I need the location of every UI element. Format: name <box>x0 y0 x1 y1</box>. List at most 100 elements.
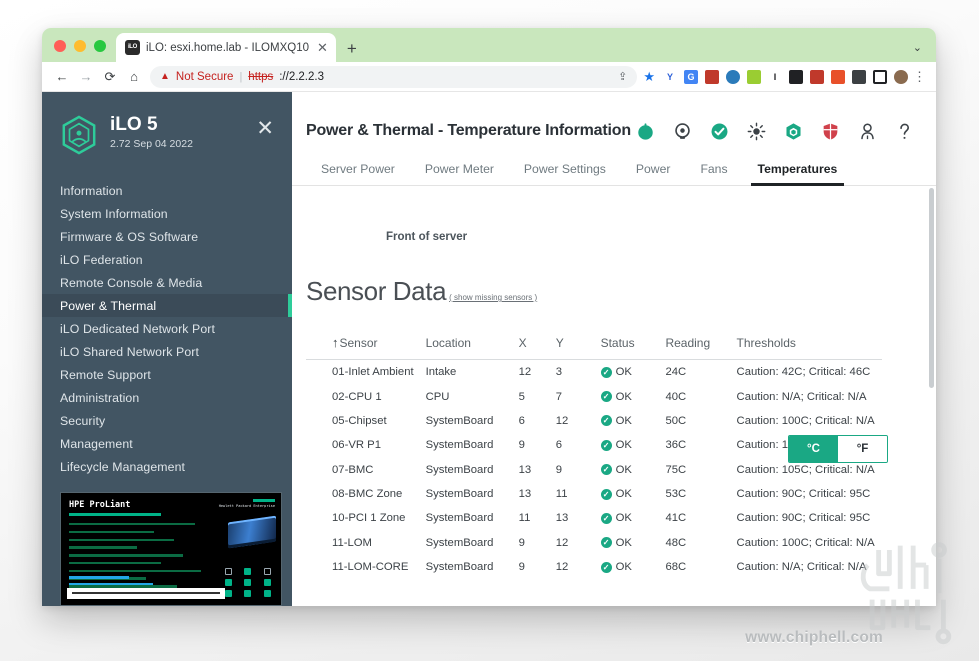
bookmark-star-icon[interactable]: ★ <box>643 69 655 85</box>
health-ok-icon[interactable] <box>709 121 729 141</box>
profile-avatar-icon[interactable] <box>894 69 908 84</box>
remote-console-preview[interactable]: HPE ProLiant Hewlett Packard Enterprise <box>60 492 282 606</box>
status-label: OK <box>615 366 632 379</box>
status-ok-icon <box>600 488 612 500</box>
notes-extension-icon[interactable] <box>747 69 761 84</box>
back-icon[interactable]: ← <box>50 65 74 89</box>
sidebar-item-ilo-dedicated-network-port[interactable]: iLO Dedicated Network Port <box>42 317 292 340</box>
column-header-thresholds[interactable]: Thresholds <box>736 335 882 360</box>
globe-extension-icon[interactable] <box>726 69 740 84</box>
puzzle-extensions-icon[interactable] <box>852 69 866 84</box>
sidebar-item-management[interactable]: Management <box>42 432 292 455</box>
post-status-leds <box>221 568 275 597</box>
security-status-label[interactable]: Not Secure <box>176 71 234 83</box>
tab-server-power[interactable]: Server Power <box>306 162 410 185</box>
sidebar-item-ilo-shared-network-port[interactable]: iLO Shared Network Port <box>42 340 292 363</box>
browser-tab[interactable]: iLO iLO: esxi.home.lab - ILOMXQ10 ✕ <box>116 33 336 62</box>
table-row[interactable]: 11-LOM SystemBoard 9 12 OK 48C Caution: … <box>306 531 882 555</box>
fahrenheit-button[interactable]: °F <box>838 436 887 462</box>
table-row[interactable]: 05-Chipset SystemBoard 6 12 OK 50C Cauti… <box>306 409 882 433</box>
table-row[interactable]: 10-PCI 1 Zone SystemBoard 11 13 OK 41C C… <box>306 506 882 530</box>
italic-extension-icon[interactable]: I <box>768 69 782 84</box>
cell-location: CPU <box>425 390 450 403</box>
column-header-reading[interactable]: Reading <box>665 335 737 360</box>
sidebar-item-label: System Information <box>60 206 168 221</box>
tab-fans[interactable]: Fans <box>685 162 742 185</box>
home-icon[interactable]: ⌂ <box>122 65 146 89</box>
user-account-icon[interactable] <box>857 121 877 141</box>
cell-thresholds: Caution: 100C; Critical: N/A <box>736 414 875 427</box>
status-label: OK <box>615 512 632 525</box>
sidebar-item-label: iLO Dedicated Network Port <box>60 321 216 336</box>
share-icon[interactable]: ⇪ <box>618 70 627 83</box>
google-translate-icon[interactable]: G <box>684 69 698 84</box>
page-title: Power & Thermal - Temperature Informatio… <box>306 122 631 139</box>
browser-window: iLO iLO: esxi.home.lab - ILOMXQ10 ✕ + ⌄ … <box>42 28 936 606</box>
minimize-window-button[interactable] <box>74 40 86 52</box>
power-status-icon[interactable] <box>635 121 655 141</box>
close-sidebar-icon[interactable]: ✕ <box>254 114 276 143</box>
ilo-hexagon-icon[interactable] <box>783 121 803 141</box>
table-row[interactable]: 11-LOM-CORE SystemBoard 9 12 OK 68C Caut… <box>306 555 882 579</box>
column-header-status[interactable]: Status <box>600 335 666 360</box>
browser-menu-icon[interactable]: ⋮ <box>913 70 926 83</box>
url-host: ://2.2.2.3 <box>279 70 324 83</box>
show-missing-sensors-link[interactable]: ( show missing sensors ) <box>449 293 537 302</box>
sidebar-item-power-thermal[interactable]: Power & Thermal <box>42 294 292 317</box>
uid-indicator-icon[interactable] <box>672 121 692 141</box>
maximize-window-button[interactable] <box>94 40 106 52</box>
forward-icon[interactable]: → <box>74 65 98 89</box>
sidebar-item-remote-support[interactable]: Remote Support <box>42 363 292 386</box>
tab-temperatures[interactable]: Temperatures <box>743 162 853 186</box>
sidebar-item-firmware-os-software[interactable]: Firmware & OS Software <box>42 225 292 248</box>
yandex-extension-icon[interactable]: Y <box>663 69 677 84</box>
window-traffic-lights <box>42 40 116 62</box>
status-label: OK <box>615 439 632 452</box>
column-header-x[interactable]: X <box>518 335 556 360</box>
main-content: Power & Thermal - Temperature Informatio… <box>292 92 936 606</box>
close-tab-icon[interactable]: ✕ <box>315 41 328 54</box>
column-header-location[interactable]: Location <box>425 335 519 360</box>
sidebar-item-information[interactable]: Information <box>42 179 292 202</box>
security-shield-icon[interactable] <box>820 121 840 141</box>
cell-status: OK <box>600 482 666 506</box>
cell-location: SystemBoard <box>425 463 494 476</box>
new-tab-button[interactable]: + <box>347 40 357 57</box>
office-extension-icon[interactable] <box>831 69 845 84</box>
cell-status: OK <box>600 531 666 555</box>
sidebar-item-security[interactable]: Security <box>42 409 292 432</box>
tab-power-meter[interactable]: Power Meter <box>410 162 509 185</box>
sidebar-item-label: iLO Shared Network Port <box>60 344 199 359</box>
column-header-y[interactable]: Y <box>555 335 601 360</box>
cell-x: 9 <box>518 536 525 549</box>
sidepanel-icon[interactable] <box>873 69 887 84</box>
post-brand-label: HPE ProLiant <box>69 500 131 510</box>
sidebar-item-system-information[interactable]: System Information <box>42 202 292 225</box>
table-row[interactable]: 02-CPU 1 CPU 5 7 OK 40C Caution: N/A; Cr… <box>306 384 882 408</box>
celsius-button[interactable]: °C <box>789 436 838 462</box>
dictionary-extension-icon[interactable] <box>705 69 719 84</box>
help-icon[interactable] <box>894 121 914 141</box>
content-scrollbar[interactable] <box>929 188 934 388</box>
status-label: OK <box>615 561 632 574</box>
tab-power[interactable]: Power <box>621 162 686 185</box>
reload-icon[interactable]: ⟳ <box>98 65 122 89</box>
glasses-extension-icon[interactable] <box>789 69 803 84</box>
chevron-down-icon[interactable]: ⌄ <box>913 41 922 54</box>
tab-power-settings[interactable]: Power Settings <box>509 162 621 185</box>
ublock-origin-icon[interactable] <box>810 69 824 84</box>
address-bar[interactable]: ▲ Not Secure | https ://2.2.2.3 ⇪ <box>150 65 638 88</box>
sidebar-item-ilo-federation[interactable]: iLO Federation <box>42 248 292 271</box>
table-row[interactable]: 08-BMC Zone SystemBoard 13 11 OK 53C Cau… <box>306 482 882 506</box>
sidebar-item-lifecycle-management[interactable]: Lifecycle Management <box>42 455 292 478</box>
table-row[interactable]: 01-Inlet Ambient Intake 12 3 OK 24C Caut… <box>306 360 882 385</box>
column-header-sensor[interactable]: ↑Sensor <box>306 335 426 360</box>
cell-y: 12 <box>555 536 569 549</box>
sidebar-item-remote-console-media[interactable]: Remote Console & Media <box>42 271 292 294</box>
close-window-button[interactable] <box>54 40 66 52</box>
table-body: 01-Inlet Ambient Intake 12 3 OK 24C Caut… <box>306 360 882 580</box>
sidebar-item-label: Lifecycle Management <box>60 459 186 474</box>
table-header: ↑Sensor Location X Y Status Reading Thre… <box>306 335 882 360</box>
sidebar-item-administration[interactable]: Administration <box>42 386 292 409</box>
brightness-icon[interactable] <box>746 121 766 141</box>
